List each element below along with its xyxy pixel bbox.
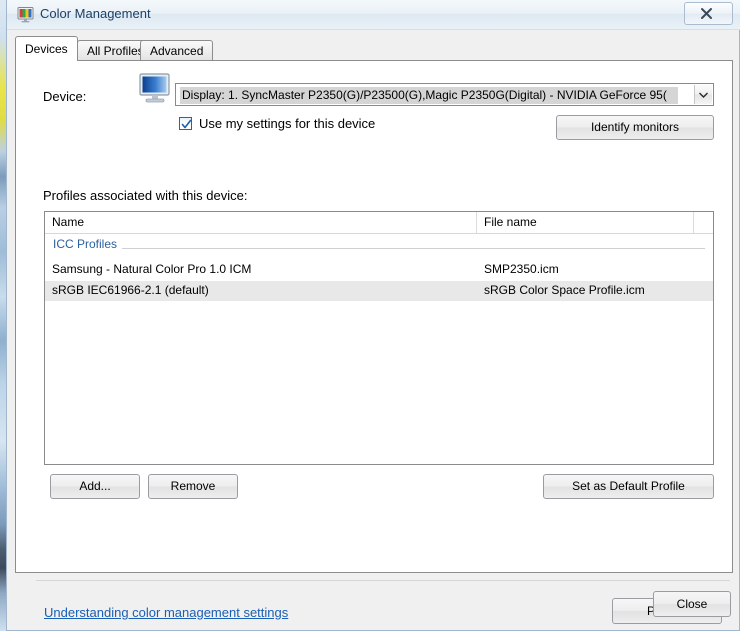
chevron-down-icon[interactable]: [694, 85, 712, 104]
profile-file-name: SMP2350.icm: [484, 262, 559, 276]
use-my-settings-label: Use my settings for this device: [199, 116, 376, 131]
set-as-default-profile-button[interactable]: Set as Default Profile: [543, 474, 714, 499]
table-row[interactable]: sRGB IEC61966-2.1 (default) sRGB Color S…: [45, 281, 713, 301]
profile-name: sRGB IEC61966-2.1 (default): [52, 283, 209, 297]
group-row-divider: [53, 248, 705, 249]
color-monitor-icon: [17, 6, 34, 23]
add-profile-button[interactable]: Add...: [50, 474, 140, 499]
device-combobox-value: Display: 1. SyncMaster P2350(G)/P23500(G…: [180, 87, 678, 104]
footer-divider: [36, 580, 730, 581]
profile-name: Samsung - Natural Color Pro 1.0 ICM: [52, 262, 252, 276]
group-row-label: ICC Profiles: [53, 237, 123, 251]
devices-tab-panel: Device: Display: 1. SyncMaster P2350(G)/…: [15, 60, 733, 624]
profile-file-name: sRGB Color Space Profile.icm: [484, 283, 645, 297]
understanding-color-management-link[interactable]: Understanding color management settings: [44, 605, 288, 620]
profiles-group-row: ICC Profiles: [45, 234, 713, 258]
tab-strip: Devices All Profiles Advanced: [15, 36, 733, 61]
device-combobox[interactable]: Display: 1. SyncMaster P2350(G)/P23500(G…: [175, 83, 714, 106]
table-row[interactable]: Samsung - Natural Color Pro 1.0 ICM SMP2…: [45, 260, 713, 280]
column-header-spare: [694, 212, 713, 233]
device-label: Device:: [43, 89, 87, 104]
profiles-list[interactable]: Name File name ICC Profiles Samsung - Na…: [44, 211, 714, 465]
profiles-associated-label: Profiles associated with this device:: [43, 188, 248, 203]
tab-advanced[interactable]: Advanced: [140, 40, 214, 61]
color-management-window: Color Management Devices All Profiles Ad…: [6, 0, 740, 631]
checkmark-icon: [181, 119, 192, 129]
monitor-icon: [138, 73, 174, 105]
column-header-name[interactable]: Name: [45, 212, 477, 233]
identify-monitors-button[interactable]: Identify monitors: [556, 115, 714, 140]
tab-devices[interactable]: Devices: [15, 36, 78, 61]
close-x-icon: [701, 8, 712, 19]
window-title: Color Management: [40, 6, 151, 21]
close-window-button[interactable]: [684, 2, 733, 25]
column-header-file-name[interactable]: File name: [477, 212, 694, 233]
close-button[interactable]: Close: [653, 591, 731, 617]
remove-profile-button[interactable]: Remove: [148, 474, 238, 499]
profiles-list-header: Name File name: [45, 212, 713, 234]
use-my-settings-checkbox[interactable]: [179, 117, 192, 130]
title-bar: Color Management: [7, 0, 740, 30]
